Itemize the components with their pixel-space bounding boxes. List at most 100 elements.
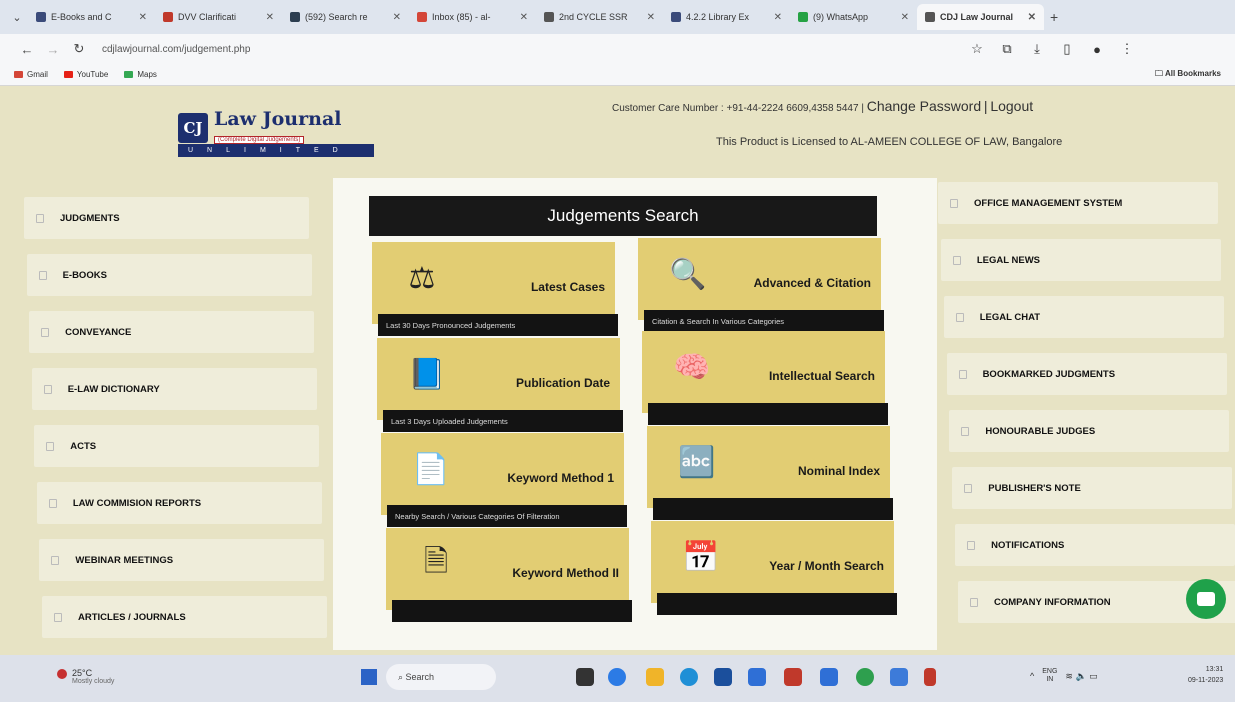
menu-item-icon: [46, 441, 55, 451]
left_menu-item[interactable]: CONVEYANCE: [29, 311, 315, 353]
right_menu-label: HONOURABLE JUDGES: [985, 425, 1096, 437]
customer-care-line: Customer Care Number : +91-44-2224 6609,…: [612, 98, 1033, 114]
left_menu-item[interactable]: JUDGMENTS: [24, 197, 309, 239]
profile-icon[interactable]: ●: [1082, 42, 1112, 57]
extensions-icon[interactable]: ⧉: [992, 41, 1022, 57]
volume-icon[interactable]: 🔈: [1075, 671, 1086, 682]
close-tab-icon[interactable]: ✕: [1028, 12, 1036, 23]
close-tab-icon[interactable]: ✕: [139, 12, 147, 23]
reload-icon[interactable]: ↻: [66, 41, 92, 57]
tab-list-chevron-icon[interactable]: ⌄: [6, 11, 28, 24]
browser-tab[interactable]: Inbox (85) - al- ✕: [409, 4, 536, 30]
left_menu-item[interactable]: LAW COMMISION REPORTS: [36, 482, 322, 524]
taskbar-app-icon[interactable]: [608, 668, 626, 686]
taskbar-app-icon[interactable]: [748, 668, 766, 686]
right_menu-item[interactable]: BOOKMARKED JUDGMENTS: [946, 353, 1227, 395]
menu-item-icon: [54, 612, 62, 622]
all-bookmarks-button[interactable]: 🗀 All Bookmarks: [1155, 68, 1221, 82]
bookmark-item[interactable]: Maps: [124, 70, 157, 79]
browser-tab[interactable]: E-Books and C ✕: [28, 4, 155, 30]
taskbar-app-icon[interactable]: [576, 668, 594, 686]
browser-tab[interactable]: CDJ Law Journal ✕: [917, 4, 1044, 30]
back-icon[interactable]: ←: [14, 42, 40, 57]
wifi-icon[interactable]: ≋: [1065, 671, 1073, 682]
right_menu-item[interactable]: OFFICE MANAGEMENT SYSTEM: [938, 182, 1218, 224]
taskbar-search[interactable]: ⌕ Search: [386, 664, 496, 690]
tray-chevron-icon[interactable]: ^: [1030, 671, 1034, 681]
star-icon[interactable]: ☆: [962, 41, 992, 57]
chat-button[interactable]: [1186, 579, 1226, 619]
search-card-caption: [653, 498, 893, 520]
right_menu-item[interactable]: LEGAL CHAT: [943, 296, 1224, 338]
taskbar-app-icon[interactable]: [784, 668, 802, 686]
folder-icon: 🗀: [1155, 68, 1165, 78]
file-search-icon: 🗎: [423, 544, 449, 578]
search-card-caption: [648, 403, 888, 425]
new-tab-button[interactable]: +: [1050, 9, 1058, 25]
close-tab-icon[interactable]: ✕: [393, 12, 401, 23]
forward-icon[interactable]: →: [40, 42, 66, 57]
close-tab-icon[interactable]: ✕: [520, 12, 528, 23]
right_menu-item[interactable]: NOTIFICATIONS: [955, 524, 1235, 566]
search-card[interactable]: 🔍 Advanced & Citation Citation & Search In…: [638, 238, 884, 332]
sidepanel-icon[interactable]: ▯: [1052, 41, 1082, 57]
menu-item-icon: [51, 555, 60, 565]
logout-link[interactable]: Logout: [990, 98, 1033, 114]
browser-tab[interactable]: (9) WhatsApp ✕: [790, 4, 917, 30]
taskbar-app-icon[interactable]: [820, 668, 838, 686]
menu-item-icon: [964, 483, 973, 493]
store-icon[interactable]: [714, 668, 732, 686]
taskbar-clock[interactable]: 13:31 09-11-2023: [1188, 664, 1223, 686]
edge-icon[interactable]: [680, 668, 698, 686]
site-logo[interactable]: CJ Law Journal (Complete Digital Judgeme…: [178, 108, 374, 158]
right_menu-item[interactable]: PUBLISHER'S NOTE: [952, 467, 1233, 509]
calendar-icon: 📅: [682, 540, 720, 574]
search-card[interactable]: 📄 Keyword Method 1 Nearby Search / Various…: [381, 433, 627, 527]
battery-icon[interactable]: ▭: [1089, 671, 1098, 682]
close-tab-icon[interactable]: ✕: [901, 12, 909, 23]
tab-title: DVV Clarificati: [178, 12, 237, 22]
search-card[interactable]: 🗎 Keyword Method II: [386, 528, 632, 622]
search-card[interactable]: 🔤 Nominal Index: [647, 426, 893, 520]
clock-date: 09-11-2023: [1188, 677, 1224, 684]
menu-icon[interactable]: ⋮: [1112, 41, 1142, 57]
browser-tab[interactable]: 4.2.2 Library Ex ✕: [663, 4, 790, 30]
left_menu-item[interactable]: ARTICLES / JOURNALS: [42, 596, 327, 638]
download-icon[interactable]: ⤓: [1022, 41, 1052, 57]
browser-tab[interactable]: (592) Search re ✕: [282, 4, 409, 30]
weather-widget[interactable]: 25°C Mostly cloudy: [58, 668, 114, 685]
taskbar-app-icon[interactable]: [924, 668, 936, 686]
search-card-caption: Last 30 Days Pronounced Judgements: [378, 314, 618, 336]
left_menu-item[interactable]: E-BOOKS: [26, 254, 312, 296]
bookmark-item[interactable]: Gmail: [14, 70, 48, 79]
browser-tab[interactable]: 2nd CYCLE SSR ✕: [536, 4, 663, 30]
bookmark-item[interactable]: YouTube: [63, 70, 108, 79]
left_menu-item[interactable]: E-LAW DICTIONARY: [31, 368, 317, 410]
close-tab-icon[interactable]: ✕: [774, 12, 782, 23]
menu-item-icon: [36, 213, 44, 223]
change-password-link[interactable]: Change Password: [867, 98, 981, 114]
tab-title: 4.2.2 Library Ex: [686, 12, 750, 22]
left_menu-item[interactable]: ACTS: [34, 425, 320, 467]
url-field[interactable]: cdjlawjournal.com/judgement.php: [102, 44, 962, 55]
language-indicator[interactable]: ENG IN: [1042, 668, 1057, 684]
right_menu-item[interactable]: HONOURABLE JUDGES: [949, 410, 1230, 452]
windows-start-icon[interactable]: [361, 669, 377, 685]
file-explorer-icon[interactable]: [646, 668, 664, 686]
search-card[interactable]: ⚖ Latest Cases Last 30 Days Pronounced Jud…: [372, 242, 618, 336]
logo-name: Law Journal: [214, 108, 342, 130]
search-card[interactable]: 📘 Publication Date Last 3 Days Uploaded Ju…: [377, 338, 623, 432]
taskbar-app-icon[interactable]: [890, 668, 908, 686]
browser-tab[interactable]: DVV Clarificati ✕: [155, 4, 282, 30]
chrome-icon[interactable]: [856, 668, 874, 686]
close-tab-icon[interactable]: ✕: [647, 12, 655, 23]
menu-item-icon: [38, 270, 47, 280]
tab-title: (592) Search re: [305, 12, 368, 22]
search-card[interactable]: 📅 Year / Month Search: [651, 521, 897, 615]
customer-care-number: Customer Care Number : +91-44-2224 6609,…: [612, 103, 864, 114]
left_menu-item[interactable]: WEBINAR MEETINGS: [39, 539, 325, 581]
abc-icon: 🔤: [678, 445, 716, 479]
right_menu-item[interactable]: LEGAL NEWS: [940, 239, 1221, 281]
search-card[interactable]: 🧠 Intellectual Search: [642, 331, 888, 425]
close-tab-icon[interactable]: ✕: [266, 12, 274, 23]
